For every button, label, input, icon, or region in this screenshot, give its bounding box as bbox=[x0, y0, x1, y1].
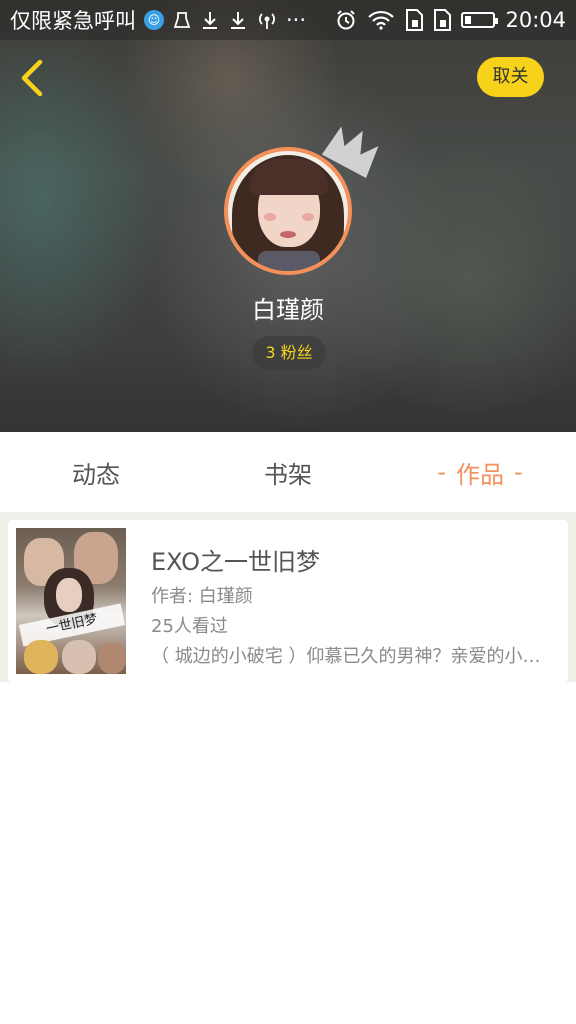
chevron-left-icon bbox=[21, 59, 43, 97]
sim-card-icon bbox=[433, 9, 452, 31]
profile-tabs: 动态 书架 - 作品 - bbox=[0, 432, 576, 512]
work-title: EXO之一世旧梦 bbox=[151, 548, 320, 576]
clock-time: 20:04 bbox=[505, 8, 566, 32]
carrier-text: 仅限紧急呼叫 bbox=[10, 9, 136, 33]
book-cover-image: 一世旧梦 bbox=[16, 528, 126, 674]
tab-active-dash: - bbox=[437, 458, 446, 486]
battery-icon bbox=[461, 12, 499, 28]
more-dots-icon: ··· bbox=[286, 8, 307, 32]
work-view-count: 25人看过 bbox=[151, 616, 228, 637]
sim-card-icon bbox=[405, 9, 424, 31]
app-notification-icon: ☺ bbox=[144, 10, 164, 30]
back-button[interactable] bbox=[14, 56, 50, 100]
tab-active-dash: - bbox=[514, 458, 523, 486]
tab-label: 书架 bbox=[264, 460, 312, 489]
cleaner-icon bbox=[172, 10, 192, 30]
tab-label: 动态 bbox=[72, 460, 120, 489]
user-name: 白瑾颜 bbox=[252, 296, 324, 324]
wifi-icon bbox=[367, 10, 395, 30]
download-icon bbox=[228, 10, 248, 30]
tab-works[interactable]: - 作品 - bbox=[384, 432, 576, 512]
download-icon bbox=[200, 10, 220, 30]
work-list-item[interactable]: 一世旧梦 EXO之一世旧梦 作者: 白瑾颜 25人看过 （ 城边的小破宅 ）仰慕… bbox=[8, 520, 568, 682]
status-bar-left: 仅限紧急呼叫 ☺ ··· bbox=[10, 5, 335, 35]
tab-label: 作品 bbox=[456, 460, 504, 489]
tab-activity[interactable]: 动态 bbox=[0, 432, 192, 512]
hotspot-icon bbox=[256, 10, 278, 30]
crown-icon bbox=[321, 126, 379, 178]
status-bar-right: 20:04 bbox=[335, 8, 566, 32]
fans-count-badge[interactable]: 3 粉丝 bbox=[252, 336, 326, 370]
tab-bookshelf[interactable]: 书架 bbox=[192, 432, 384, 512]
work-description: （ 城边的小破宅 ）仰慕已久的男神？亲爱的小… bbox=[151, 646, 541, 667]
status-bar: 仅限紧急呼叫 ☺ ··· 20:04 bbox=[0, 0, 576, 40]
alarm-icon bbox=[335, 9, 357, 31]
unfollow-button[interactable]: 取关 bbox=[477, 57, 544, 97]
work-author: 作者: 白瑾颜 bbox=[151, 586, 253, 607]
